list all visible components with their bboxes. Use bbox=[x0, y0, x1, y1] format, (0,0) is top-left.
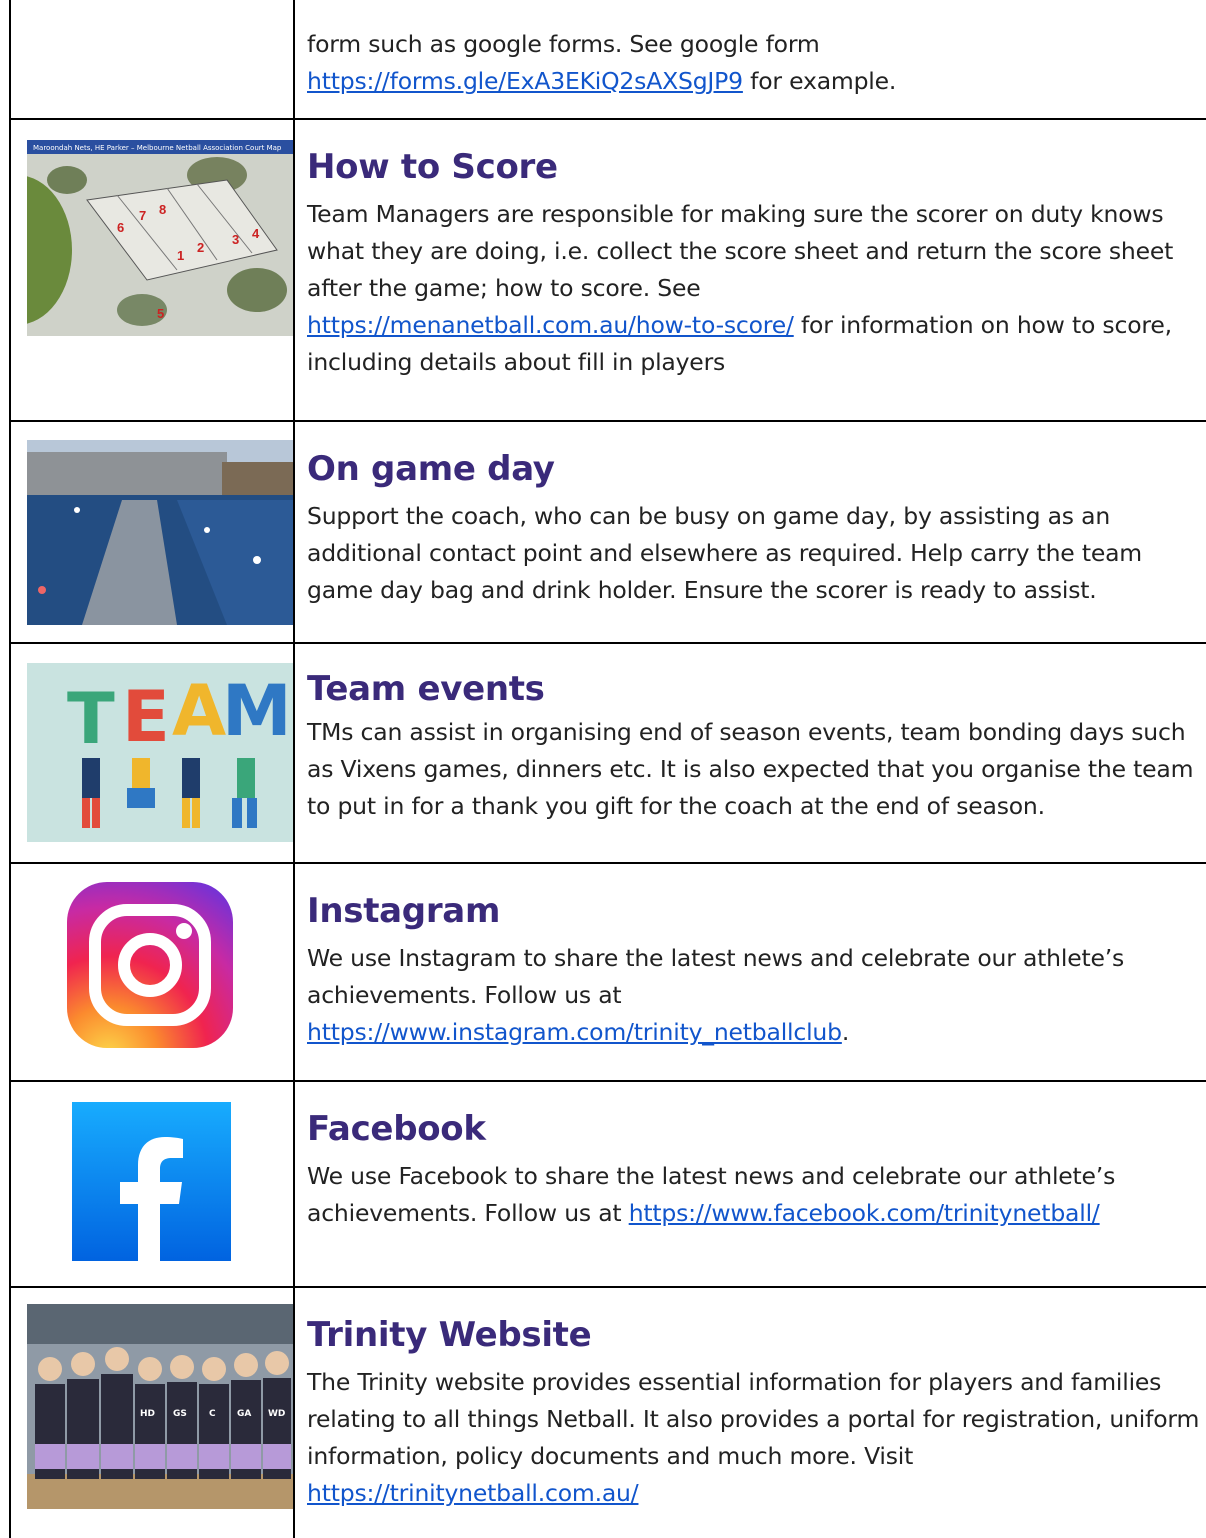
instagram-text-after: . bbox=[841, 1018, 850, 1046]
game-day-image bbox=[27, 440, 293, 625]
table-row-game-day: On game day Support the coach, who can b… bbox=[11, 420, 1206, 642]
facebook-icon bbox=[72, 1102, 231, 1261]
court-number-7: 7 bbox=[139, 208, 146, 223]
intro-text-before: form such as google forms. See google fo… bbox=[307, 30, 820, 58]
table-row-team-events: T E A M Team events TMs can assist in or… bbox=[11, 642, 1206, 862]
instagram-icon bbox=[67, 882, 233, 1048]
website-text: The Trinity website provides essential i… bbox=[307, 1368, 1200, 1470]
instagram-heading: Instagram bbox=[307, 891, 501, 931]
intro-text: form such as google forms. See google fo… bbox=[307, 26, 1202, 100]
team-events-image: T E A M bbox=[27, 663, 293, 842]
instagram-text: We use Instagram to share the latest new… bbox=[307, 944, 1125, 1009]
facebook-cell: Facebook We use Facebook to share the la… bbox=[307, 1108, 1202, 1232]
facebook-heading: Facebook bbox=[307, 1109, 486, 1149]
bib-wd: WD bbox=[268, 1409, 285, 1419]
bib-ga: GA bbox=[237, 1409, 251, 1419]
how-to-score-cell: How to Score Team Managers are responsib… bbox=[307, 146, 1202, 381]
court-map-caption: Maroondah Nets, HE Parker – Melbourne Ne… bbox=[33, 144, 282, 152]
court-number-8: 8 bbox=[159, 202, 166, 217]
team-events-text: TMs can assist in organising end of seas… bbox=[307, 718, 1194, 820]
table-row-website: HD GS C GA WD Trinity Website The Trinit… bbox=[11, 1286, 1206, 1538]
court-number-5: 5 bbox=[157, 306, 164, 321]
how-to-score-link[interactable]: https://menanetball.com.au/how-to-score/ bbox=[307, 311, 794, 339]
court-number-1: 1 bbox=[177, 248, 184, 263]
google-form-link[interactable]: https://forms.gle/ExA3EKiQ2sAXSgJP9 bbox=[307, 67, 743, 95]
table-row-intro: form such as google forms. See google fo… bbox=[11, 0, 1206, 118]
table-row-instagram: Instagram We use Instagram to share the … bbox=[11, 862, 1206, 1080]
team-photo-image: HD GS C GA WD bbox=[27, 1304, 293, 1509]
court-number-2: 2 bbox=[197, 240, 204, 255]
table-row-how-to-score: Maroondah Nets, HE Parker – Melbourne Ne… bbox=[11, 118, 1206, 420]
instagram-link[interactable]: https://www.instagram.com/trinity_netbal… bbox=[307, 1018, 842, 1046]
website-cell: Trinity Website The Trinity website prov… bbox=[307, 1314, 1202, 1512]
bib-hd: HD bbox=[140, 1409, 155, 1419]
intro-text-after: for example. bbox=[742, 67, 897, 95]
game-day-heading: On game day bbox=[307, 449, 555, 489]
team-events-heading: Team events bbox=[307, 669, 545, 709]
bib-gs: GS bbox=[173, 1409, 187, 1419]
game-day-text: Support the coach, who can be busy on ga… bbox=[307, 502, 1142, 604]
court-number-4: 4 bbox=[252, 226, 260, 241]
document-table: form such as google forms. See google fo… bbox=[9, 0, 1206, 1538]
trinity-website-link[interactable]: https://trinitynetball.com.au/ bbox=[307, 1479, 639, 1507]
team-events-cell: Team events TMs can assist in organising… bbox=[307, 668, 1202, 825]
game-day-cell: On game day Support the coach, who can b… bbox=[307, 448, 1202, 609]
how-to-score-heading: How to Score bbox=[307, 147, 558, 187]
court-number-6: 6 bbox=[117, 220, 124, 235]
table-row-facebook: Facebook We use Facebook to share the la… bbox=[11, 1080, 1206, 1286]
team-letter-t: T bbox=[67, 678, 115, 760]
team-letter-e: E bbox=[122, 676, 170, 758]
website-heading: Trinity Website bbox=[307, 1315, 592, 1355]
instagram-cell: Instagram We use Instagram to share the … bbox=[307, 890, 1202, 1051]
court-number-3: 3 bbox=[232, 232, 239, 247]
team-letter-m: M bbox=[222, 670, 292, 752]
how-to-score-text: Team Managers are responsible for making… bbox=[307, 200, 1174, 302]
facebook-link[interactable]: https://www.facebook.com/trinitynetball/ bbox=[629, 1199, 1100, 1227]
bib-c: C bbox=[209, 1409, 216, 1419]
court-map-image: Maroondah Nets, HE Parker – Melbourne Ne… bbox=[27, 140, 293, 336]
team-letter-a: A bbox=[172, 670, 226, 752]
